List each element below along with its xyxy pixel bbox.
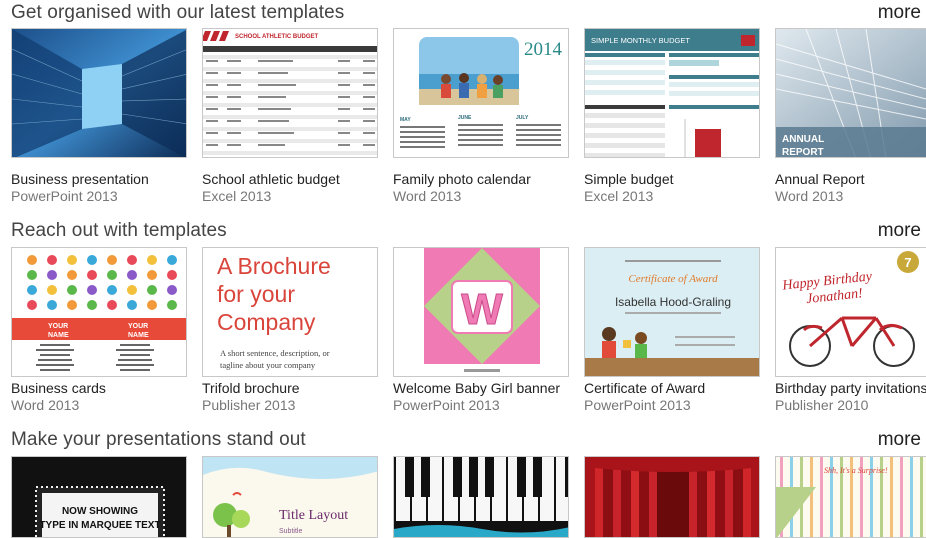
- template-thumbnail-title-layout[interactable]: Title Layout Subtitle: [202, 456, 378, 538]
- more-link[interactable]: more: [878, 220, 921, 242]
- thumb-title: SIMPLE MONTHLY BUDGET: [591, 36, 690, 45]
- template-app: Word 2013: [11, 397, 80, 413]
- section-title: Get organised with our latest templates: [11, 2, 345, 23]
- template-name: Certificate of Award: [584, 380, 706, 396]
- thumb-badge: 7: [904, 255, 911, 270]
- thumb-title: SCHOOL ATHLETIC BUDGET: [235, 34, 319, 40]
- template-thumbnail[interactable]: Happy Birthday Jonathan! 7: [775, 247, 926, 377]
- thumb-month-june: JUNE: [458, 115, 472, 121]
- template-name: Trifold brochure: [202, 380, 300, 396]
- template-thumbnail[interactable]: A Brochure for your Company A short sent…: [202, 247, 378, 377]
- template-thumbnail[interactable]: YOUR NAME YOUR NAME: [11, 247, 187, 377]
- more-link[interactable]: more: [878, 2, 921, 24]
- template-app: PowerPoint 2013: [393, 397, 500, 413]
- template-name: Business cards: [11, 380, 106, 396]
- thumb-text: Shh, It's a Surprise!: [824, 466, 888, 475]
- section-presentations: Make your presentations stand out more N…: [0, 429, 926, 538]
- template-thumbnail[interactable]: SCHOOL ATHLETIC BUDGET: [202, 28, 378, 158]
- template-app: Excel 2013: [202, 188, 272, 204]
- template-name: Family photo calendar: [393, 171, 531, 187]
- template-app: Publisher 2013: [202, 397, 296, 413]
- template-name: School athletic budget: [202, 171, 340, 187]
- thumb-line-2: TYPE IN MARQUEE TEXT: [39, 520, 160, 531]
- thumb-name-right-1: YOUR: [128, 323, 148, 330]
- thumb-year: 2014: [524, 39, 563, 60]
- template-app: Publisher 2010: [775, 397, 869, 413]
- thumb-subtitle: Subtitle: [279, 528, 302, 535]
- thumb-letter: W: [461, 285, 503, 334]
- template-thumbnail-piano[interactable]: [393, 456, 569, 538]
- template-thumbnail[interactable]: 2014 MAY JUNE JULY: [393, 28, 569, 158]
- template-thumbnail[interactable]: ANNUAL REPORT: [775, 28, 926, 158]
- template-name: Annual Report: [775, 171, 865, 187]
- template-thumbnail-surprise[interactable]: Shh, It's a Surprise!: [775, 456, 926, 538]
- template-app: Word 2013: [393, 188, 462, 204]
- thumb-line-1: A Brochure: [217, 253, 331, 279]
- section-latest-templates: Get organised with our latest templates …: [0, 0, 926, 210]
- thumb-title: Certificate of Award: [628, 273, 718, 285]
- thumb-line-1: NOW SHOWING: [62, 506, 138, 517]
- template-name: Welcome Baby Girl banner: [393, 380, 561, 396]
- thumb-line-2: for your: [217, 281, 295, 307]
- template-name: Birthday party invitations: [775, 380, 926, 396]
- thumb-tagline-1: A short sentence, description, or: [220, 348, 330, 358]
- template-app: Excel 2013: [584, 188, 654, 204]
- thumb-name-right-2: NAME: [128, 332, 149, 339]
- template-thumbnail-marquee[interactable]: NOW SHOWING TYPE IN MARQUEE TEXT: [11, 456, 187, 538]
- thumb-title: Title Layout: [279, 508, 348, 523]
- thumb-month-may: MAY: [400, 117, 411, 123]
- template-name: Simple budget: [584, 171, 674, 187]
- template-thumbnail[interactable]: W: [393, 247, 569, 377]
- thumb-name-left-1: YOUR: [48, 323, 68, 330]
- template-thumbnail[interactable]: SIMPLE MONTHLY BUDGET: [584, 28, 760, 158]
- template-thumbnail-curtain[interactable]: [584, 456, 760, 538]
- template-name: Business presentation: [11, 171, 149, 187]
- section-title: Make your presentations stand out: [11, 429, 306, 450]
- template-app: PowerPoint 2013: [11, 188, 118, 204]
- thumb-name-left-2: NAME: [48, 332, 69, 339]
- thumb-line-3: Company: [217, 309, 316, 335]
- section-title: Reach out with templates: [11, 220, 227, 241]
- thumb-month-july: JULY: [516, 115, 529, 121]
- thumb-title-line-2: REPORT: [782, 147, 824, 158]
- section-reach-out: Reach out with templates more YOUR NAME: [0, 220, 926, 420]
- template-app: Word 2013: [775, 188, 844, 204]
- template-thumbnail[interactable]: Certificate of Award Isabella Hood-Grali…: [584, 247, 760, 377]
- thumb-tagline-2: tagline about your company: [220, 360, 316, 370]
- thumb-title-line-1: ANNUAL: [782, 134, 824, 145]
- thumb-person: Isabella Hood-Graling: [615, 295, 731, 309]
- more-link[interactable]: more: [878, 429, 921, 451]
- template-thumbnail[interactable]: [11, 28, 187, 158]
- template-app: PowerPoint 2013: [584, 397, 691, 413]
